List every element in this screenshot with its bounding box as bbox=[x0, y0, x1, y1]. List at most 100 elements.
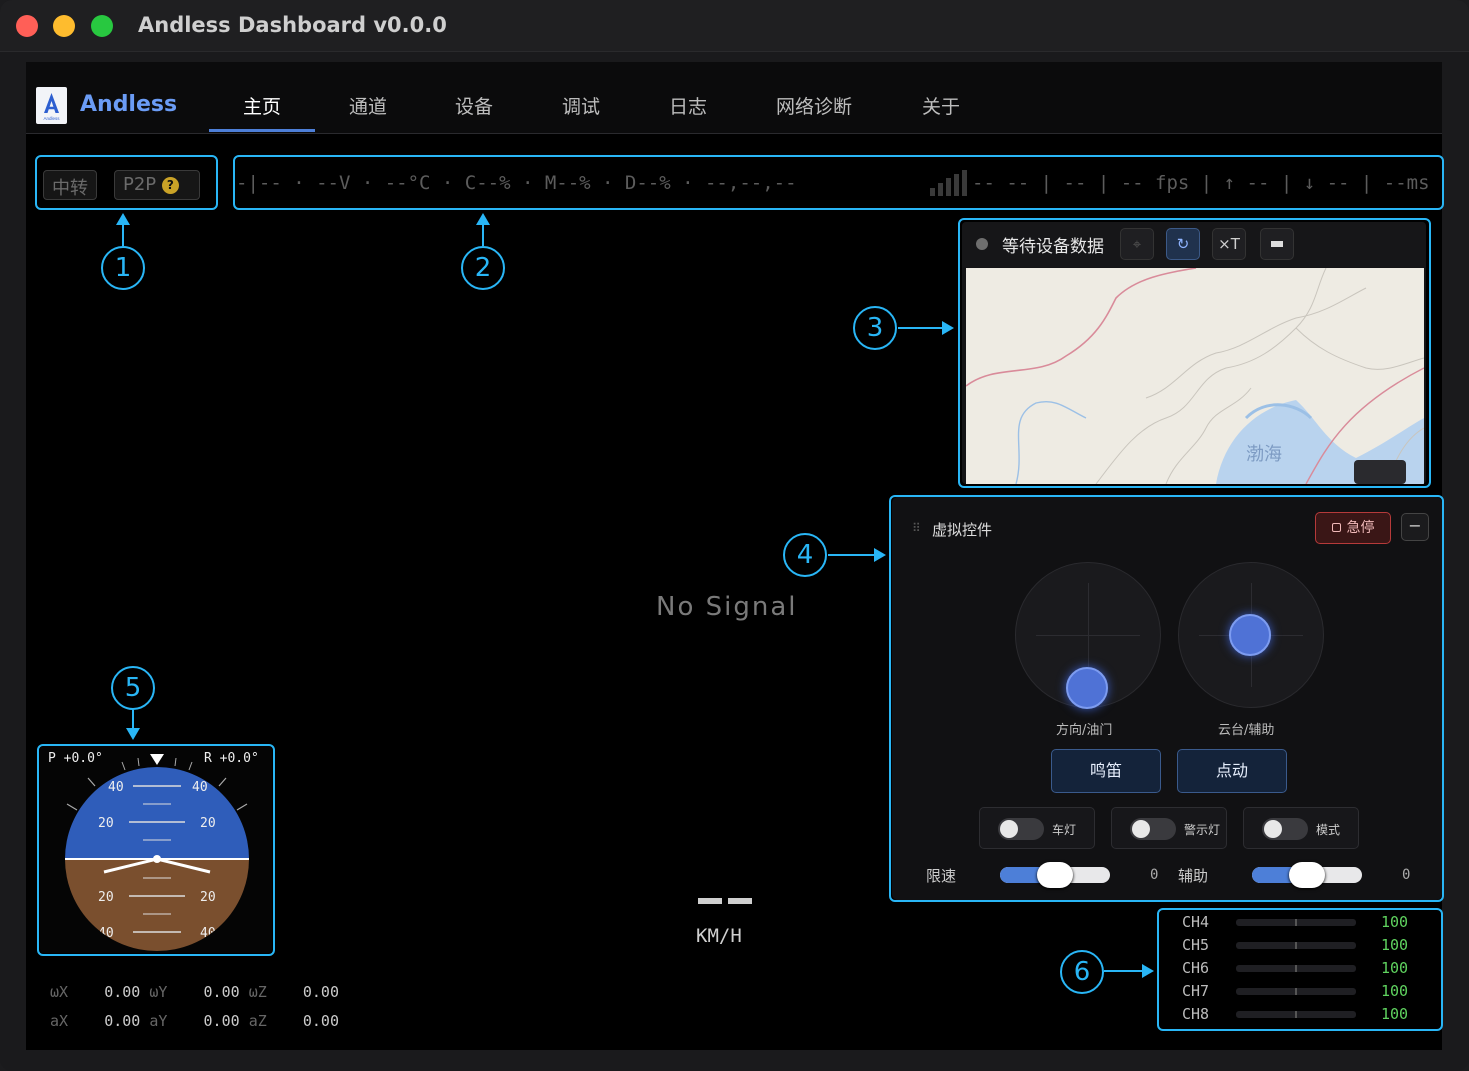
telemetry-readout: -|-- · --V · --°C · C--% · M--% · D--% ·… bbox=[236, 172, 797, 194]
pitch-scale-down-20-left: 20 bbox=[98, 890, 114, 905]
map-panel: 等待设备数据 ⌖ ↻ ×T 渤海 bbox=[962, 222, 1426, 484]
pitch-scale-up-20-left: 20 bbox=[98, 816, 114, 831]
gyro-row: ωX 0.00 ωY 0.00 ωZ 0.00 bbox=[50, 983, 339, 1001]
headlight-label: 车灯 bbox=[1052, 823, 1077, 837]
clear-track-button[interactable]: ×T bbox=[1212, 228, 1246, 260]
joystick-gimbal-knob[interactable] bbox=[1229, 614, 1271, 656]
callout-6: 6 bbox=[1060, 950, 1104, 994]
mode-switch[interactable] bbox=[1262, 818, 1308, 840]
warning-light-switch[interactable] bbox=[1130, 818, 1176, 840]
speed-limit-thumb[interactable] bbox=[1037, 862, 1073, 888]
channel-bar bbox=[1236, 988, 1356, 995]
tab-network-diagnostics[interactable]: 网络诊断 bbox=[772, 92, 856, 119]
speed-value bbox=[698, 898, 754, 906]
crosshair-icon[interactable]: ⌖ bbox=[1120, 228, 1154, 260]
minimize-icon[interactable] bbox=[1260, 228, 1294, 260]
map-toolbar: 等待设备数据 ⌖ ↻ ×T bbox=[962, 222, 1426, 267]
app-window: Andless Dashboard v0.0.0 Andless Andless… bbox=[0, 0, 1469, 1071]
pitch-scale-up-40-left: 40 bbox=[108, 780, 124, 795]
callout-6-arrowhead bbox=[1142, 964, 1154, 978]
window-title: Andless Dashboard v0.0.0 bbox=[138, 13, 447, 37]
joystick-drive-label: 方向/油门 bbox=[1056, 723, 1113, 738]
callout-3: 3 bbox=[853, 306, 897, 350]
map-view[interactable]: 渤海 bbox=[965, 267, 1425, 484]
pitch-scale-down-40-left: 40 bbox=[98, 926, 114, 941]
headlight-switch[interactable] bbox=[998, 818, 1044, 840]
tab-about[interactable]: 关于 bbox=[919, 92, 963, 119]
p2p-label: P2P bbox=[123, 174, 157, 195]
title-bar: Andless Dashboard v0.0.0 bbox=[0, 0, 1469, 52]
pitch-readout: P +0.0° bbox=[48, 751, 103, 766]
callout-2-line bbox=[482, 222, 484, 246]
map-tiles: 渤海 bbox=[965, 267, 1425, 484]
sea-label: 渤海 bbox=[1246, 444, 1282, 465]
channel-bar bbox=[1236, 919, 1356, 926]
tab-devices[interactable]: 设备 bbox=[452, 92, 496, 119]
virtual-controls-panel: ⠿ 虚拟控件 急停 − 方向/油门 云台/辅助 鸣笛 点动 车灯 警示灯 模式 … bbox=[892, 497, 1442, 900]
callout-1: 1 bbox=[101, 246, 145, 290]
nav-bar: Andless Andless 主页 通道 设备 调试 日志 网络诊断 关于 bbox=[26, 62, 1442, 134]
horn-button[interactable]: 鸣笛 bbox=[1051, 749, 1161, 793]
tab-channels[interactable]: 通道 bbox=[346, 92, 390, 119]
channel-row: CH4 100 bbox=[1182, 913, 1409, 931]
callout-3-arrowhead bbox=[942, 321, 954, 335]
callout-4-line bbox=[828, 554, 876, 556]
active-tab-indicator bbox=[209, 129, 315, 132]
stop-icon bbox=[1331, 523, 1341, 532]
channel-monitor: CH4 100 CH5 100 CH6 100 CH7 100 CH8 100 bbox=[1160, 910, 1440, 1030]
mode-label: 模式 bbox=[1316, 823, 1341, 837]
speed-limit-label: 限速 bbox=[926, 867, 957, 885]
tab-logs[interactable]: 日志 bbox=[666, 92, 710, 119]
channel-row: CH6 100 bbox=[1182, 959, 1409, 977]
brand-logo: Andless bbox=[36, 87, 67, 124]
panel-minimize-button[interactable]: − bbox=[1401, 513, 1429, 541]
joystick-drive[interactable] bbox=[1015, 562, 1161, 709]
accel-row: aX 0.00 aY 0.00 aZ 0.00 bbox=[50, 1012, 339, 1030]
question-icon[interactable]: ? bbox=[161, 177, 179, 194]
aux-thumb[interactable] bbox=[1289, 862, 1325, 888]
signal-bars-icon bbox=[930, 170, 970, 196]
speed-limit-value: 0 bbox=[1150, 867, 1159, 883]
channel-row: CH8 100 bbox=[1182, 1005, 1409, 1023]
pitch-scale-up-40-right: 40 bbox=[192, 780, 208, 795]
pitch-scale-down-20-right: 20 bbox=[200, 890, 216, 905]
tab-debug[interactable]: 调试 bbox=[559, 92, 603, 119]
channel-bar bbox=[1236, 1011, 1356, 1018]
attitude-indicator: 40 40 20 20 20 20 40 40 P +0.0° R +0.0° bbox=[40, 746, 272, 953]
aux-slider[interactable] bbox=[1252, 862, 1362, 888]
drag-handle-icon[interactable]: ⠿ bbox=[912, 521, 921, 535]
network-readout: -- -- | -- | -- fps | ↑ -- | ↓ -- | --ms bbox=[972, 172, 1430, 194]
pitch-scale-up-20-right: 20 bbox=[200, 816, 216, 831]
tab-home[interactable]: 主页 bbox=[240, 92, 284, 119]
mode-toggle[interactable]: 模式 bbox=[1243, 807, 1359, 849]
minimize-window-button[interactable] bbox=[53, 15, 75, 37]
callout-5-arrowhead bbox=[126, 728, 140, 740]
joystick-drive-knob[interactable] bbox=[1066, 667, 1108, 709]
joystick-gimbal[interactable] bbox=[1178, 562, 1324, 708]
emergency-stop-button[interactable]: 急停 bbox=[1315, 512, 1391, 544]
emergency-stop-label: 急停 bbox=[1346, 520, 1375, 536]
speed-limit-slider[interactable] bbox=[1000, 862, 1110, 888]
logo-mark-icon: Andless bbox=[43, 93, 60, 121]
callout-3-line bbox=[898, 327, 944, 329]
channel-bar bbox=[1236, 942, 1356, 949]
headlight-toggle[interactable]: 车灯 bbox=[979, 807, 1095, 849]
roll-readout: R +0.0° bbox=[204, 751, 259, 766]
callout-1-line bbox=[122, 222, 124, 246]
no-signal-text: No Signal bbox=[656, 592, 798, 622]
callout-6-line bbox=[1104, 970, 1144, 972]
channel-row: CH5 100 bbox=[1182, 936, 1409, 954]
zoom-window-button[interactable] bbox=[91, 15, 113, 37]
callout-5-line bbox=[132, 710, 134, 730]
refresh-icon[interactable]: ↻ bbox=[1166, 228, 1200, 260]
speed-unit: KM/H bbox=[696, 925, 742, 947]
p2p-mode-button[interactable]: P2P ? bbox=[114, 170, 200, 200]
callout-2: 2 bbox=[461, 246, 505, 290]
channel-row: CH7 100 bbox=[1182, 982, 1409, 1000]
jog-button[interactable]: 点动 bbox=[1177, 749, 1287, 793]
callout-4-arrowhead bbox=[874, 548, 886, 562]
warning-light-toggle[interactable]: 警示灯 bbox=[1111, 807, 1227, 849]
relay-mode-button[interactable]: 中转 bbox=[43, 170, 97, 200]
close-window-button[interactable] bbox=[16, 15, 38, 37]
aux-value: 0 bbox=[1402, 867, 1411, 883]
